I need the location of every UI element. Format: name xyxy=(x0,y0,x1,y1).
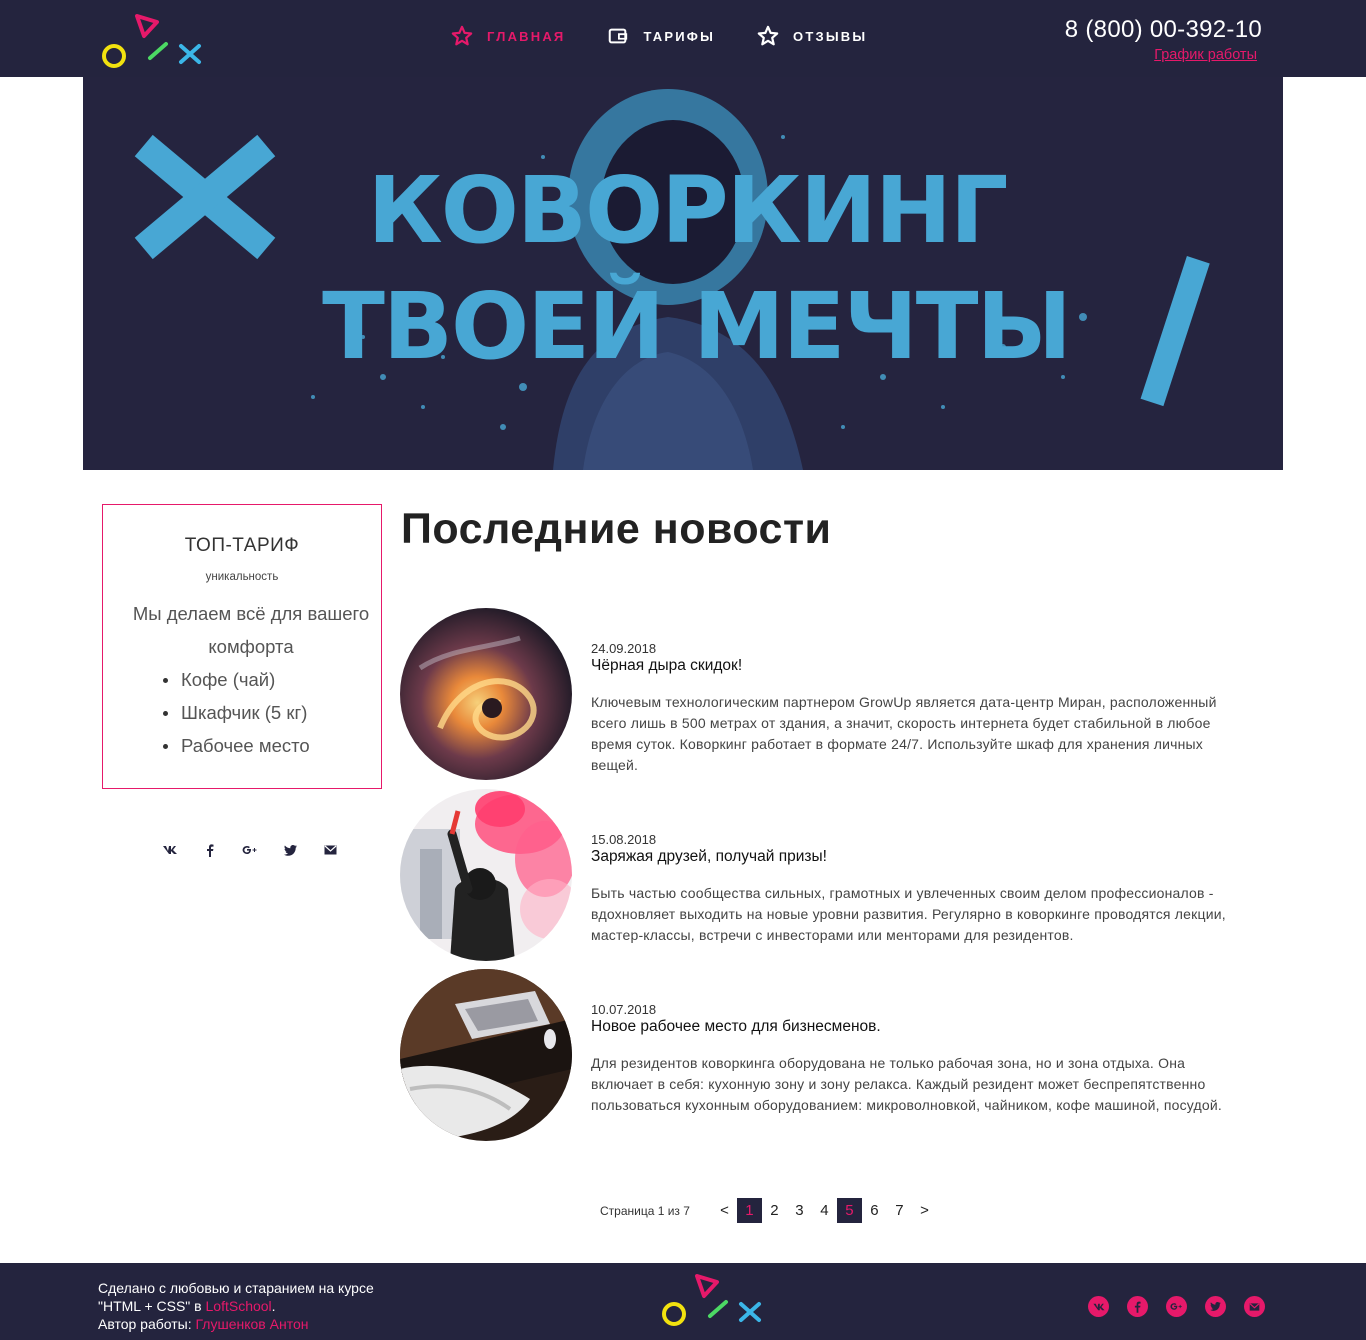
news-image-black-hole[interactable] xyxy=(400,608,572,780)
pagination-page-5[interactable]: 5 xyxy=(836,1198,862,1223)
phone-number[interactable]: 8 (800) 00-392-10 xyxy=(1065,16,1262,44)
star-icon xyxy=(757,25,779,46)
tariff-subtitle: уникальность xyxy=(205,571,279,583)
pagination-next[interactable]: > xyxy=(912,1198,937,1223)
twitter-icon[interactable] xyxy=(270,838,310,862)
google-plus-icon[interactable] xyxy=(1166,1296,1187,1317)
news-body: 24.09.2018 Чёрная дыра скидок! Ключевым … xyxy=(591,641,1251,776)
loftschool-link[interactable]: LoftSchool xyxy=(206,1298,272,1314)
news-excerpt: Для резидентов коворкинга оборудована не… xyxy=(591,1055,1223,1113)
facebook-icon[interactable] xyxy=(190,838,230,862)
footer-social-links xyxy=(1088,1296,1283,1317)
mail-icon[interactable] xyxy=(1244,1296,1265,1317)
footer-logo[interactable] xyxy=(660,1274,766,1330)
news-image-flare[interactable] xyxy=(400,789,572,961)
twitter-icon[interactable] xyxy=(1205,1296,1226,1317)
news-date: 10.07.2018 xyxy=(591,1002,657,1017)
schedule-link[interactable]: График работы xyxy=(1154,47,1257,63)
tariff-features: Кофе (чай) Шкафчик (5 кг) Рабочее место xyxy=(103,663,381,762)
footer-credits: Сделано с любовью и старанием на курсе "… xyxy=(98,1279,388,1333)
nav-label-reviews: ОТЗЫВЫ xyxy=(793,28,868,44)
news-section-title: Последние новости xyxy=(401,505,832,553)
site-header: ГЛАВНАЯ ТАРИФЫ ОТЗЫВЫ 8 (800) 00-392-10 … xyxy=(0,0,1366,77)
site-logo[interactable] xyxy=(100,14,206,70)
top-tariff-card: ТОП-ТАРИФ уникальность Мы делаем всё для… xyxy=(102,504,382,789)
hero-title-line2: ТВОЕЙ МЕЧТЫ xyxy=(322,273,1072,380)
pagination-page-4[interactable]: 4 xyxy=(812,1198,837,1223)
news-headline[interactable]: Заряжая друзей, получай призы! xyxy=(591,848,1251,866)
news-body: 15.08.2018 Заряжая друзей, получай призы… xyxy=(591,832,1251,946)
news-excerpt: Быть частью сообщества сильных, грамотны… xyxy=(591,885,1226,943)
news-excerpt: Ключевым технологическим партнером GrowU… xyxy=(591,694,1217,773)
footer-credit-dot: . xyxy=(271,1298,276,1314)
pagination-page-3[interactable]: 3 xyxy=(787,1198,812,1223)
tariff-feature: Кофе (чай) xyxy=(163,663,381,696)
tariff-title: ТОП-ТАРИФ xyxy=(184,535,300,556)
footer-author-label: Автор работы: xyxy=(98,1316,196,1332)
news-headline[interactable]: Чёрная дыра скидок! xyxy=(591,657,1251,675)
page-info: Страница 1 из 7 xyxy=(600,1203,690,1218)
pagination-prev[interactable]: < xyxy=(712,1198,737,1223)
pagination-page-7[interactable]: 7 xyxy=(887,1198,912,1223)
hero-banner: КОВОРКИНГ ТВОЕЙ МЕЧТЫ xyxy=(83,77,1283,470)
tariff-feature: Рабочее место xyxy=(163,729,381,762)
pagination-page-2[interactable]: 2 xyxy=(762,1198,787,1223)
hero-title-line1: КОВОРКИНГ xyxy=(367,157,1009,264)
vk-icon[interactable] xyxy=(150,838,190,862)
wallet-icon xyxy=(609,28,628,44)
author-link[interactable]: Глушенков Антон xyxy=(196,1316,309,1332)
site-footer: Сделано с любовью и старанием на курсе "… xyxy=(0,1263,1366,1340)
pagination: Страница 1 из 7 < 1 2 3 4 5 6 7 > xyxy=(600,1198,937,1223)
news-image-workplace[interactable] xyxy=(400,969,572,1141)
google-plus-icon[interactable] xyxy=(230,838,270,862)
nav-item-home[interactable]: ГЛАВНАЯ xyxy=(451,25,565,47)
vk-icon[interactable] xyxy=(1088,1296,1109,1317)
news-date: 24.09.2018 xyxy=(591,641,657,656)
pagination-page-1[interactable]: 1 xyxy=(736,1198,762,1223)
sidebar-social-links xyxy=(150,838,350,862)
mail-icon[interactable] xyxy=(310,838,350,862)
facebook-icon[interactable] xyxy=(1127,1296,1148,1317)
news-body: 10.07.2018 Новое рабочее место для бизне… xyxy=(591,1002,1251,1116)
nav-item-tariffs[interactable]: ТАРИФЫ xyxy=(607,25,715,47)
news-date: 15.08.2018 xyxy=(591,832,657,847)
main-nav: ГЛАВНАЯ ТАРИФЫ ОТЗЫВЫ xyxy=(451,22,909,50)
tariff-description: Мы делаем всё для вашего комфорта xyxy=(132,603,370,657)
nav-label-home: ГЛАВНАЯ xyxy=(487,28,566,44)
nav-item-reviews[interactable]: ОТЗЫВЫ xyxy=(757,25,867,47)
news-headline[interactable]: Новое рабочее место для бизнесменов. xyxy=(591,1018,1251,1036)
nav-label-tariffs: ТАРИФЫ xyxy=(643,28,716,44)
pagination-page-6[interactable]: 6 xyxy=(862,1198,887,1223)
star-icon xyxy=(451,25,473,46)
tariff-feature: Шкафчик (5 кг) xyxy=(163,696,381,729)
